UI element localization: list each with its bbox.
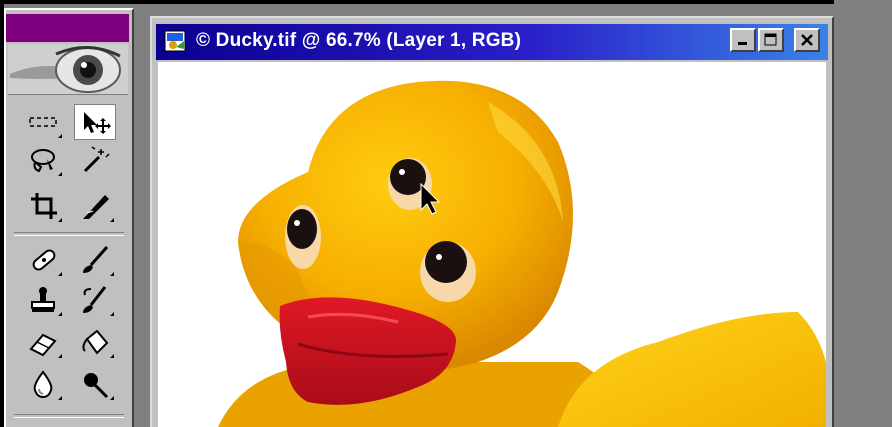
document-title: © Ducky.tif @ 66.7% (Layer 1, RGB) bbox=[196, 30, 522, 51]
move-tool-icon[interactable] bbox=[74, 104, 116, 140]
toolbox-separator bbox=[14, 414, 124, 418]
toolbox-title-bar[interactable] bbox=[6, 14, 129, 42]
photoshop-document-icon[interactable] bbox=[164, 29, 188, 53]
close-button[interactable] bbox=[794, 28, 820, 52]
healing-brush-tool-icon[interactable] bbox=[22, 242, 64, 278]
workspace-background bbox=[834, 0, 892, 427]
paint-bucket-tool-icon[interactable] bbox=[74, 324, 116, 360]
maximize-button[interactable] bbox=[758, 28, 784, 52]
clone-stamp-tool-icon[interactable] bbox=[22, 282, 64, 318]
marquee-tool-icon[interactable] bbox=[22, 104, 64, 140]
slice-tool-icon[interactable] bbox=[74, 188, 116, 224]
minimize-icon bbox=[738, 42, 747, 45]
toolbox-eye-logo-icon[interactable] bbox=[8, 44, 128, 95]
image-canvas[interactable] bbox=[158, 62, 826, 427]
crop-tool-icon[interactable] bbox=[22, 188, 64, 224]
toolbox-separator bbox=[14, 232, 124, 236]
close-icon bbox=[801, 34, 813, 46]
maximize-icon bbox=[764, 33, 777, 46]
brush-tool-icon[interactable] bbox=[74, 242, 116, 278]
dodge-tool-icon[interactable] bbox=[74, 366, 116, 402]
magic-wand-tool-icon[interactable] bbox=[74, 142, 116, 178]
ducky-image bbox=[218, 80, 826, 427]
blur-tool-icon[interactable] bbox=[22, 366, 64, 402]
history-brush-tool-icon[interactable] bbox=[74, 282, 116, 318]
eraser-tool-icon[interactable] bbox=[22, 324, 64, 360]
minimize-button[interactable] bbox=[730, 28, 756, 52]
lasso-tool-icon[interactable] bbox=[22, 142, 64, 178]
